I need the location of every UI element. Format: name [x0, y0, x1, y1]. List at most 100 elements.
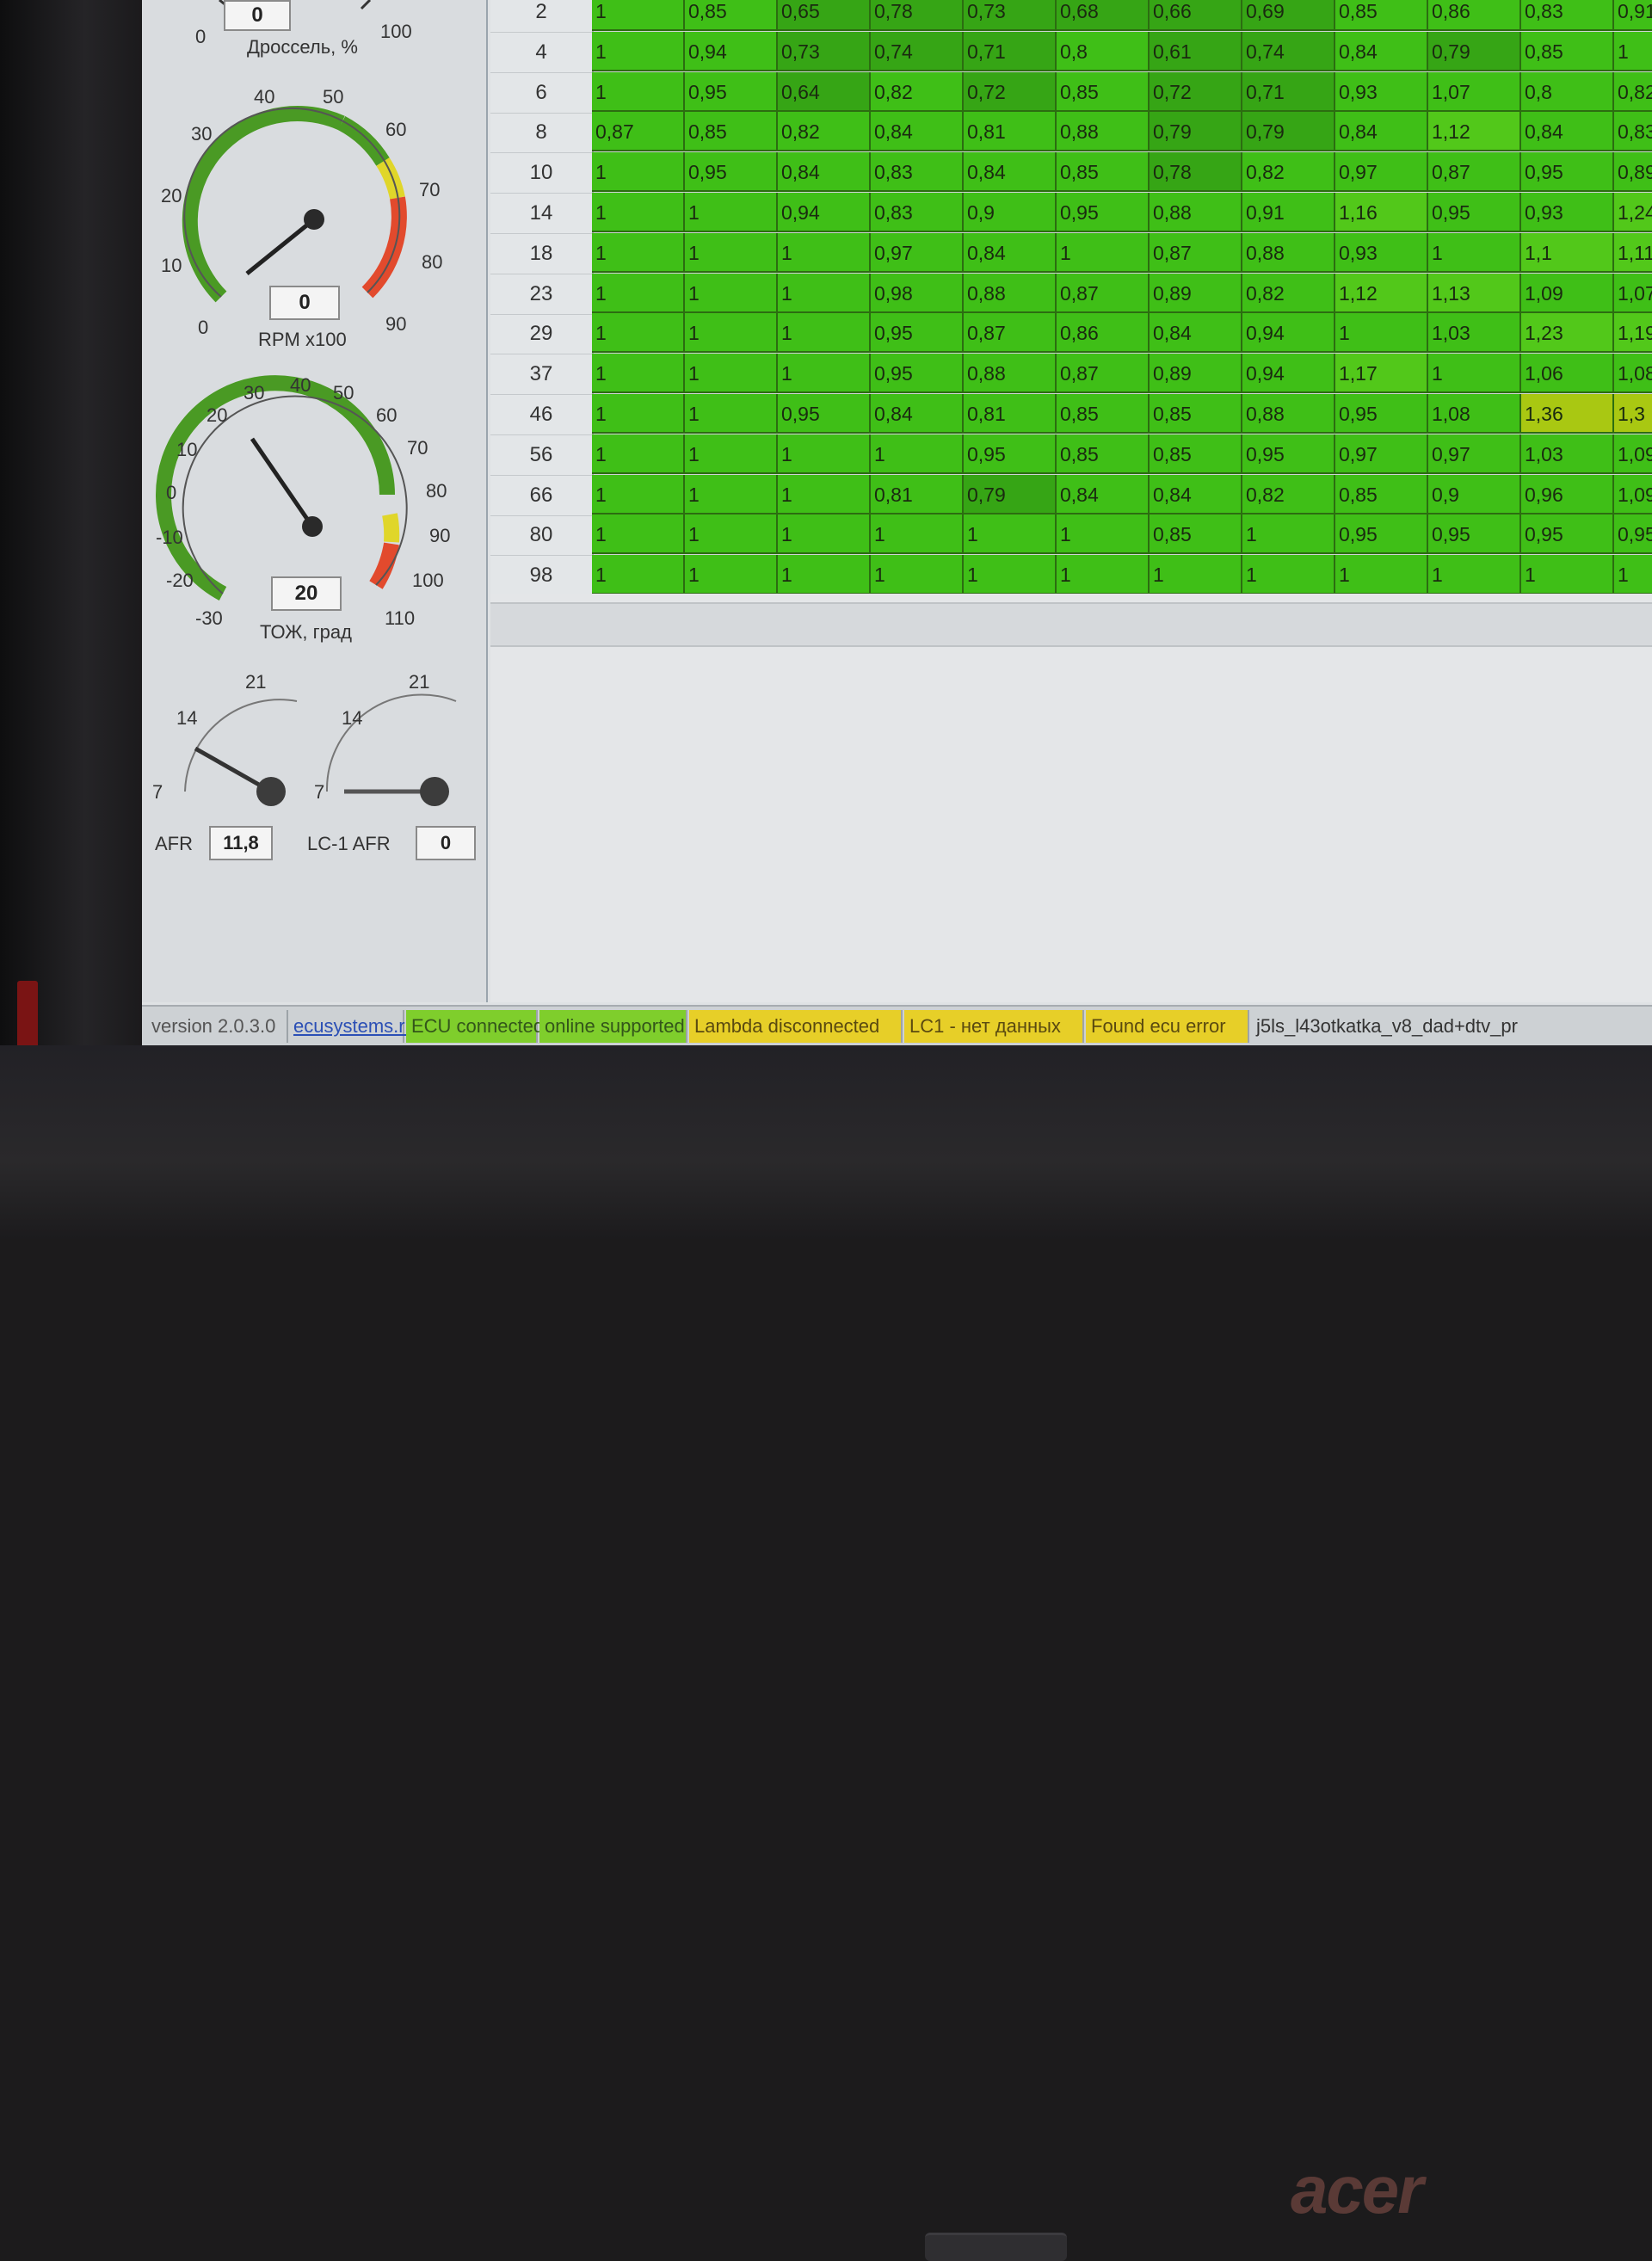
table-cell[interactable]: 0,95	[1428, 193, 1521, 232]
table-cell[interactable]: 1	[1335, 555, 1428, 594]
table-cell[interactable]: 1	[685, 232, 778, 273]
table-cell[interactable]: 1,09	[1614, 434, 1652, 474]
table-cell[interactable]: 1	[778, 273, 871, 313]
table-cell[interactable]: 1	[964, 555, 1057, 594]
table-cell[interactable]: 1	[685, 354, 778, 394]
table-cell[interactable]: 0,88	[1057, 112, 1150, 152]
table-cell[interactable]: 1,07	[1428, 71, 1521, 112]
table-cell[interactable]: 0,91	[1614, 0, 1652, 31]
table-cell[interactable]: 1,3	[1614, 394, 1652, 434]
table-cell[interactable]: 0,95	[1335, 394, 1428, 434]
table-cell[interactable]: 0,83	[1614, 112, 1652, 152]
table-cell[interactable]: 0,87	[964, 313, 1057, 354]
table-cell[interactable]: 0,66	[1150, 0, 1242, 31]
table-cell[interactable]: 1	[778, 555, 871, 594]
table-cell[interactable]: 0,73	[778, 31, 871, 71]
table-cell[interactable]: 0,85	[1335, 0, 1428, 31]
table-cell[interactable]: 1	[592, 434, 685, 474]
table-cell[interactable]: 0,71	[1242, 71, 1335, 112]
table-cell[interactable]: 0,89	[1150, 273, 1242, 313]
table-cell[interactable]: 0,88	[964, 354, 1057, 394]
table-cell[interactable]: 0,82	[778, 112, 871, 152]
table-cell[interactable]: 0,88	[1150, 193, 1242, 232]
table-cell[interactable]: 0,88	[1242, 232, 1335, 273]
table-cell[interactable]: 0,61	[1150, 31, 1242, 71]
table-cell[interactable]: 0,79	[1242, 112, 1335, 152]
table-cell[interactable]: 0,88	[1242, 394, 1335, 434]
table-cell[interactable]: 0,84	[871, 112, 964, 152]
table-cell[interactable]: 0,83	[1521, 0, 1614, 31]
table-cell[interactable]: 1	[871, 434, 964, 474]
table-cell[interactable]: 1	[778, 313, 871, 354]
table-cell[interactable]: 0,95	[1428, 514, 1521, 555]
table-cell[interactable]: 0,95	[1242, 434, 1335, 474]
table-cell[interactable]: 1,23	[1521, 313, 1614, 354]
table-cell[interactable]: 0,73	[964, 0, 1057, 31]
table-cell[interactable]: 0,97	[1428, 434, 1521, 474]
table-cell[interactable]: 0,81	[964, 394, 1057, 434]
table-cell[interactable]: 1	[1614, 31, 1652, 71]
table-cell[interactable]: 1,16	[1335, 193, 1428, 232]
table-cell[interactable]: 0,95	[685, 152, 778, 193]
table-cell[interactable]: 0,91	[1242, 193, 1335, 232]
table-cell[interactable]: 1,03	[1428, 313, 1521, 354]
table-cell[interactable]: 1	[592, 273, 685, 313]
table-cell[interactable]: 1,09	[1521, 273, 1614, 313]
table-cell[interactable]: 0,78	[1150, 152, 1242, 193]
table-cell[interactable]: 0,87	[1150, 232, 1242, 273]
table-cell[interactable]: 0,96	[1521, 474, 1614, 514]
table-cell[interactable]: 0,98	[871, 273, 964, 313]
table-cell[interactable]: 1	[1057, 514, 1150, 555]
table-cell[interactable]: 1	[964, 514, 1057, 555]
table-cell[interactable]: 1	[778, 434, 871, 474]
table-cell[interactable]: 0,85	[1150, 394, 1242, 434]
table-cell[interactable]: 0,84	[1150, 474, 1242, 514]
table-cell[interactable]: 0,84	[778, 152, 871, 193]
table-cell[interactable]: 0,93	[1335, 71, 1428, 112]
table-cell[interactable]: 1	[592, 0, 685, 31]
table-cell[interactable]: 0,94	[1242, 313, 1335, 354]
table-cell[interactable]: 1,19	[1614, 313, 1652, 354]
table-cell[interactable]: 0,84	[964, 232, 1057, 273]
table-cell[interactable]: 0,82	[1242, 273, 1335, 313]
table-cell[interactable]: 0,97	[871, 232, 964, 273]
table-cell[interactable]: 1	[592, 313, 685, 354]
status-website-link[interactable]: ecusystems.ru	[288, 1010, 416, 1043]
table-cell[interactable]: 0,97	[1335, 152, 1428, 193]
table-cell[interactable]: 0,72	[964, 71, 1057, 112]
table-cell[interactable]: 0,8	[1057, 31, 1150, 71]
table-cell[interactable]: 1	[778, 354, 871, 394]
table-cell[interactable]: 1,03	[1521, 434, 1614, 474]
table-cell[interactable]: 0,84	[964, 152, 1057, 193]
table-cell[interactable]: 1	[685, 474, 778, 514]
table-cell[interactable]: 1	[592, 31, 685, 71]
table-cell[interactable]: 0,79	[964, 474, 1057, 514]
table-cell[interactable]: 0,82	[1242, 152, 1335, 193]
table-cell[interactable]: 0,97	[1335, 434, 1428, 474]
table-cell[interactable]: 0,85	[1521, 31, 1614, 71]
table-cell[interactable]: 1	[778, 514, 871, 555]
table-cell[interactable]: 1,06	[1521, 354, 1614, 394]
table-cell[interactable]: 1,11	[1614, 232, 1652, 273]
table-cell[interactable]: 0,85	[1150, 434, 1242, 474]
table-cell[interactable]: 0,87	[592, 112, 685, 152]
table-cell[interactable]: 1,13	[1428, 273, 1521, 313]
table-cell[interactable]: 1	[592, 394, 685, 434]
table-cell[interactable]: 1,08	[1614, 354, 1652, 394]
table-cell[interactable]: 0,82	[1242, 474, 1335, 514]
table-cell[interactable]: 0,95	[871, 354, 964, 394]
table-cell[interactable]: 1	[1150, 555, 1242, 594]
table-cell[interactable]: 0,93	[1521, 193, 1614, 232]
table-cell[interactable]: 0,95	[964, 434, 1057, 474]
table-cell[interactable]: 1	[592, 232, 685, 273]
table-cell[interactable]: 0,85	[1150, 514, 1242, 555]
table-cell[interactable]: 1,08	[1428, 394, 1521, 434]
horizontal-scrollbar[interactable]	[490, 602, 1652, 647]
table-cell[interactable]: 0,95	[1614, 514, 1652, 555]
table-cell[interactable]: 1	[1057, 232, 1150, 273]
table-cell[interactable]: 0,9	[1428, 474, 1521, 514]
table-cell[interactable]: 0,88	[964, 273, 1057, 313]
table-cell[interactable]: 1	[592, 555, 685, 594]
table-cell[interactable]: 0,85	[1057, 434, 1150, 474]
table-cell[interactable]: 0,81	[964, 112, 1057, 152]
